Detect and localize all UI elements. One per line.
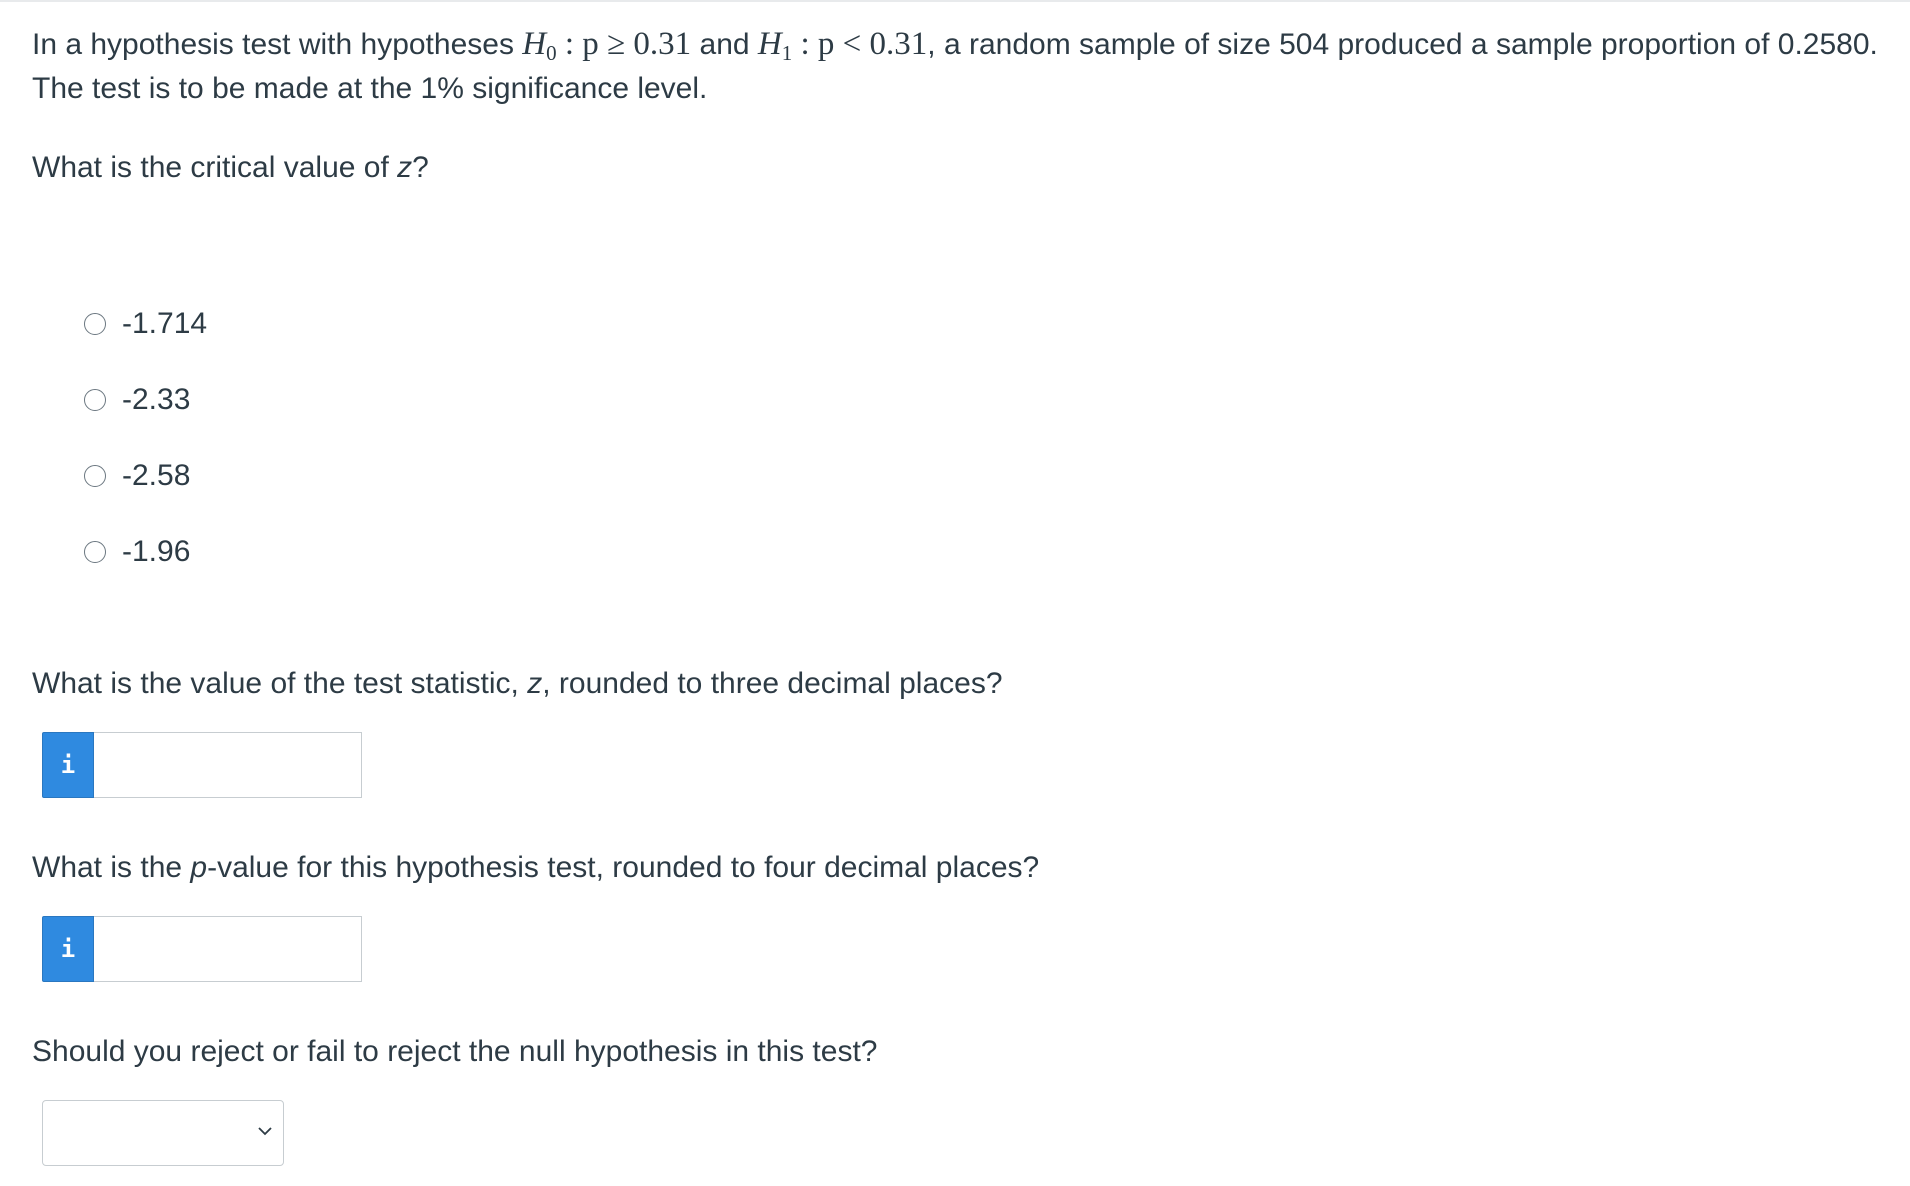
radio-button[interactable] xyxy=(84,313,106,335)
question-p-value: What is the p-value for this hypothesis … xyxy=(32,851,1040,884)
question-critical-value: What is the critical value of z? xyxy=(32,151,429,184)
info-icon[interactable]: i xyxy=(42,732,94,798)
option-4[interactable]: -1.96 xyxy=(84,530,207,574)
critical-value-options: -1.714 -2.33 -2.58 -1.96 xyxy=(84,302,207,606)
null-hypothesis: H0 : p ≥ 0.31 xyxy=(522,26,692,65)
question-reject-null: Should you reject or fail to reject the … xyxy=(32,1035,878,1068)
option-2[interactable]: -2.33 xyxy=(84,378,207,422)
option-3[interactable]: -2.58 xyxy=(84,454,207,498)
option-label: -1.714 xyxy=(122,307,208,340)
test-statistic-answer: i xyxy=(42,732,362,798)
option-label: -1.96 xyxy=(122,535,191,568)
reject-decision-select[interactable] xyxy=(42,1100,284,1166)
chevron-down-icon xyxy=(258,1127,272,1136)
p-value-input[interactable] xyxy=(94,916,362,982)
info-icon[interactable]: i xyxy=(42,916,94,982)
option-label: -2.33 xyxy=(122,383,191,416)
radio-button[interactable] xyxy=(84,541,106,563)
p-value-answer: i xyxy=(42,916,362,982)
option-label: -2.58 xyxy=(122,459,191,492)
top-divider xyxy=(0,0,1910,2)
problem-text-and: and xyxy=(691,28,758,61)
test-statistic-input[interactable] xyxy=(94,732,362,798)
alternative-hypothesis: H1 : p < 0.31 xyxy=(757,26,928,65)
question-test-statistic: What is the value of the test statistic,… xyxy=(32,667,1003,700)
question-container: In a hypothesis test with hypotheses H0 … xyxy=(32,22,1882,1166)
option-1[interactable]: -1.714 xyxy=(84,302,207,346)
radio-button[interactable] xyxy=(84,465,106,487)
problem-text-start: In a hypothesis test with hypotheses xyxy=(32,28,523,61)
radio-button[interactable] xyxy=(84,389,106,411)
problem-statement: In a hypothesis test with hypotheses H0 … xyxy=(32,22,1882,111)
